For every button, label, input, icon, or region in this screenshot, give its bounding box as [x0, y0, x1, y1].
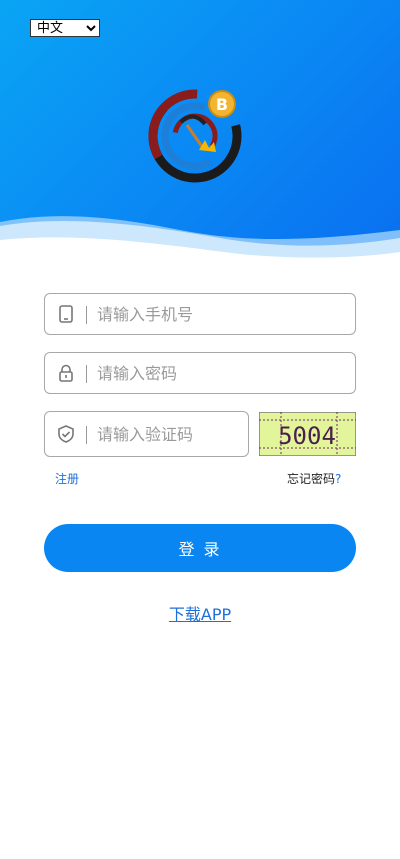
field-separator — [86, 306, 87, 324]
language-select[interactable]: 中文 — [30, 19, 100, 37]
download-area: 下载APP — [0, 601, 400, 625]
forgot-password-text: 忘记密码 — [287, 472, 336, 486]
captcha-text: 5004 — [278, 422, 336, 450]
svg-text:B: B — [216, 95, 228, 114]
forgot-password-link[interactable]: 忘记密码? — [287, 470, 341, 487]
login-button[interactable]: 登 录 — [44, 524, 356, 572]
captcha-input[interactable] — [97, 422, 238, 446]
wave-decoration — [0, 216, 400, 262]
logo-icon: B — [148, 89, 242, 183]
forgot-password-mark: ? — [335, 472, 342, 486]
shield-check-icon — [58, 425, 74, 443]
password-field[interactable] — [44, 352, 356, 394]
download-app-link[interactable]: 下载APP — [169, 605, 231, 624]
captcha-image[interactable]: 5004 — [259, 412, 356, 456]
register-link[interactable]: 注册 — [55, 470, 79, 487]
padlock-icon — [59, 364, 73, 382]
mobile-phone-icon — [59, 305, 73, 323]
captcha-field[interactable] — [44, 411, 249, 457]
field-separator — [86, 365, 87, 383]
phone-input[interactable] — [97, 302, 345, 326]
header-banner: B 中文 — [0, 0, 400, 262]
field-separator — [86, 426, 87, 444]
password-input[interactable] — [97, 361, 345, 385]
phone-field[interactable] — [44, 293, 356, 335]
